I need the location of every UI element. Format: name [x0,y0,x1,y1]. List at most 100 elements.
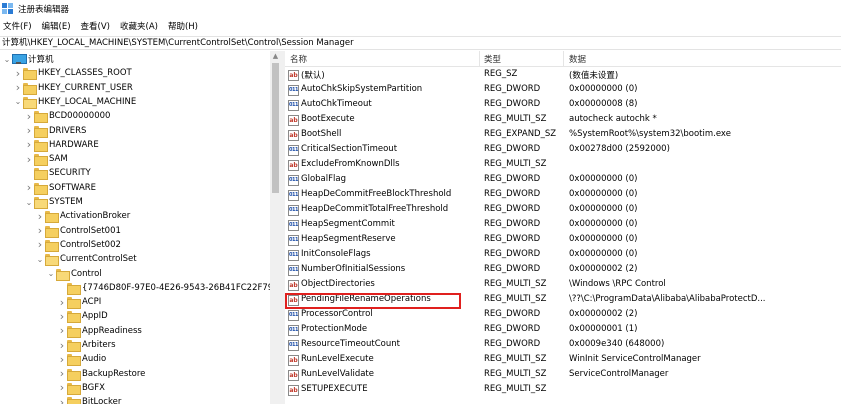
column-divider[interactable] [479,51,480,67]
folder-icon [34,111,48,124]
value-name: ResourceTimeoutCount [301,339,400,349]
tree-node[interactable]: › ACPI [57,295,101,310]
chevron-right-icon[interactable]: › [24,181,34,195]
value-data: 0x00000000 (0) [569,219,638,229]
value-row[interactable]: ab RunLevelExecute REG_MULTI_SZ WinInit Ser… [285,353,841,368]
menu-favorites[interactable]: 收藏夹(A) [120,20,158,32]
chevron-right-icon[interactable]: › [57,352,67,366]
value-row[interactable]: ab SETUPEXECUTE REG_MULTI_SZ [285,383,841,398]
address-bar[interactable]: 计算机\HKEY_LOCAL_MACHINE\SYSTEM\CurrentCon… [0,36,841,50]
tree-node[interactable]: ⌄ Control [46,267,102,281]
chevron-right-icon[interactable]: › [13,66,23,80]
column-header-data[interactable]: 数据 [569,53,586,65]
chevron-right-icon[interactable]: › [24,124,34,138]
value-type: REG_DWORD [484,99,541,109]
tree-node[interactable]: ⌄ SYSTEM [24,195,83,209]
value-type: REG_DWORD [484,204,541,214]
tree-node[interactable]: › HKEY_CLASSES_ROOT [13,66,132,81]
value-row[interactable]: ab ObjectDirectories REG_MULTI_SZ \Windows … [285,278,841,293]
chevron-right-icon[interactable]: › [57,338,67,352]
menu-view[interactable]: 查看(V) [81,20,110,32]
value-row[interactable]: ab RunLevelValidate REG_MULTI_SZ ServiceCon… [285,368,841,383]
value-row[interactable]: 011 InitConsoleFlags REG_DWORD 0x00000000 (… [285,248,841,263]
menu-help[interactable]: 帮助(H) [168,20,198,32]
tree-node[interactable]: › ActivationBroker [35,209,130,224]
chevron-down-icon[interactable]: ⌄ [2,52,12,66]
tree-node[interactable]: › BackupRestore [57,367,145,381]
column-header-type[interactable]: 类型 [484,53,501,65]
tree-node[interactable]: SECURITY [24,166,91,181]
values-list: 名称 类型 数据 ab (默认) REG_SZ (数值未设置) 011 AutoChkSk… [285,51,841,404]
value-row[interactable]: 011 HeapSegmentReserve REG_DWORD 0x00000000… [285,233,841,248]
chevron-right-icon[interactable]: › [57,324,67,338]
chevron-right-icon[interactable]: › [24,109,34,123]
chevron-right-icon[interactable]: › [24,138,34,152]
tree-node[interactable]: › Audio [57,352,106,367]
value-row[interactable]: 011 AutoChkTimeout REG_DWORD 0x00000008 (8) [285,98,841,113]
tree-node[interactable]: › AppReadiness [57,324,142,338]
chevron-down-icon[interactable]: ⌄ [35,252,45,266]
tree-node[interactable]: › BitLocker [57,395,121,404]
tree-node[interactable]: › DRIVERS [24,124,86,138]
tree-node[interactable]: › SOFTWARE [24,181,96,195]
value-name: HeapSegmentCommit [301,219,395,229]
binary-value-icon: 011 [288,310,299,321]
value-row[interactable]: ab (默认) REG_SZ (数值未设置) [285,68,841,83]
chevron-right-icon[interactable]: › [57,395,67,404]
tree-node[interactable]: ⌄ HKEY_LOCAL_MACHINE [13,95,136,109]
chevron-right-icon[interactable]: › [35,238,45,252]
value-row[interactable]: 011 GlobalFlag REG_DWORD 0x00000000 (0) [285,173,841,188]
tree-node-label: SYSTEM [49,197,83,207]
tree-node[interactable]: › AppID [57,309,108,324]
value-row[interactable]: 011 HeapSegmentCommit REG_DWORD 0x00000000 … [285,218,841,233]
chevron-right-icon[interactable]: › [57,309,67,323]
value-row[interactable]: 011 AutoChkSkipSystemPartition REG_DWORD 0x… [285,83,841,98]
tree-node[interactable]: › BCD00000000 [24,109,110,124]
value-row[interactable]: 011 HeapDeCommitFreeBlockThreshold REG_DWO… [285,188,841,203]
value-row[interactable]: 011 ProcessorControl REG_DWORD 0x00000002 (… [285,308,841,323]
folder-icon [34,139,48,152]
tree-node[interactable]: {7746D80F-97E0-4E26-9543-26B41FC22F79} [57,281,279,295]
value-row[interactable]: ab ExcludeFromKnownDlls REG_MULTI_SZ [285,158,841,173]
tree-node[interactable]: › Arbiters [57,338,116,352]
chevron-down-icon[interactable]: ⌄ [24,195,34,209]
tree-node[interactable]: › BGFX [57,381,105,395]
column-divider[interactable] [563,51,564,67]
folder-icon [23,82,37,95]
tree-node[interactable]: › ControlSet001 [35,224,121,238]
menu-file[interactable]: 文件(F) [3,20,32,32]
tree-node[interactable]: › SAM [24,152,68,167]
value-type: REG_DWORD [484,264,541,274]
value-row[interactable]: ab BootExecute REG_MULTI_SZ autocheck autoc… [285,113,841,128]
value-row[interactable]: ab BootShell REG_EXPAND_SZ %SystemRoot%\sys… [285,128,841,143]
tree-node[interactable]: › ControlSet002 [35,238,121,252]
tree-scrollbar[interactable]: ▲ [270,51,281,404]
chevron-right-icon[interactable]: › [57,381,67,395]
menu-edit[interactable]: 编辑(E) [42,20,71,32]
value-row[interactable]: 011 ResourceTimeoutCount REG_DWORD 0x0009e3… [285,338,841,353]
folder-icon [45,211,59,224]
chevron-right-icon[interactable]: › [57,295,67,309]
column-header-name[interactable]: 名称 [290,53,307,65]
value-row[interactable]: 011 NumberOfInitialSessions REG_DWORD 0x000… [285,263,841,278]
scroll-thumb[interactable] [272,63,279,193]
tree-node-label: AppReadiness [82,325,142,336]
tree-node[interactable]: ⌄ CurrentControlSet [35,252,137,267]
chevron-right-icon[interactable]: › [57,367,67,381]
value-row[interactable]: 011 HeapDeCommitTotalFreeThreshold REG_DWO… [285,203,841,218]
chevron-right-icon[interactable]: › [13,81,23,95]
value-data: 0x00000008 (8) [569,99,638,109]
chevron-right-icon[interactable]: › [24,152,34,166]
tree-node[interactable]: › HKEY_CURRENT_USER [13,81,133,95]
value-row[interactable]: 011 ProtectionMode REG_DWORD 0x00000001 (1) [285,323,841,338]
tree-node[interactable]: ⌄ 计算机 [2,52,54,66]
value-row[interactable]: 011 CriticalSectionTimeout REG_DWORD 0x0027… [285,143,841,158]
scroll-up-icon[interactable]: ▲ [270,51,281,62]
chevron-down-icon[interactable]: ⌄ [13,95,23,109]
value-type: REG_EXPAND_SZ [484,129,557,139]
chevron-right-icon[interactable]: › [35,224,45,238]
chevron-right-icon[interactable]: › [35,209,45,223]
value-data: 0x00000000 (0) [569,234,638,244]
chevron-down-icon[interactable]: ⌄ [46,267,56,281]
tree-node[interactable]: › HARDWARE [24,138,99,152]
